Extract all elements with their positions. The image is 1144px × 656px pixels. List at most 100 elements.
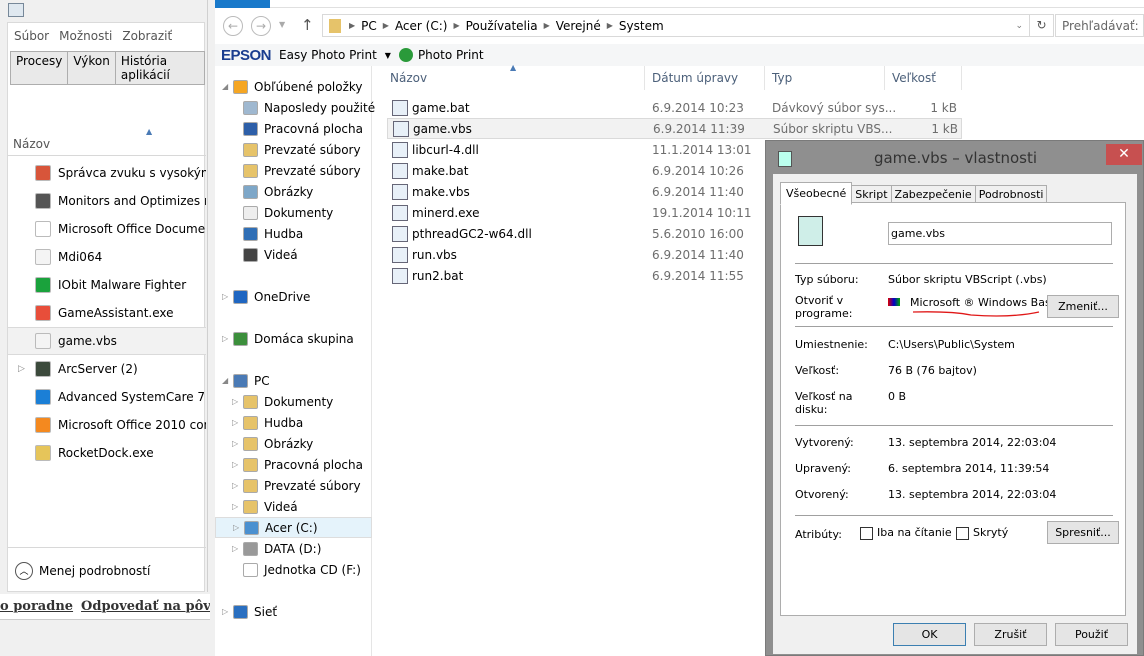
collapsed-icon[interactable]: ▷ [222,334,228,343]
easy-photo-print-button[interactable]: Easy Photo Print [279,48,377,62]
process-row[interactable]: Mdi064 [8,243,206,271]
chevron-right-icon[interactable]: ▶ [607,21,613,30]
nav-item[interactable]: Videá [215,244,372,265]
expanded-icon[interactable]: ◢ [222,82,228,91]
column-date[interactable]: Dátum úpravy [645,66,765,90]
nav-item[interactable]: Prevzaté súbory [215,139,372,160]
file-size: 1 kB [930,100,957,115]
collapsed-icon[interactable]: ▷ [232,397,238,406]
column-size[interactable]: Veľkosť [885,66,962,90]
menu-bar: Súbor Možnosti Zobraziť [14,29,182,43]
process-row[interactable]: RocketDock.exe [8,439,206,467]
nav-item[interactable]: Obrázky [215,181,372,202]
collapsed-icon[interactable]: ▷ [222,607,228,616]
nav-item[interactable]: ▷ Pracovná plocha [215,454,372,475]
chevron-right-icon[interactable]: ▶ [383,21,389,30]
chevron-right-icon[interactable]: ▶ [453,21,459,30]
nav-item[interactable]: Prevzaté súbory [215,160,372,181]
breadcrumb-0[interactable]: PC [361,19,377,33]
nav-item[interactable]: ▷ Videá [215,496,372,517]
close-button[interactable]: ✕ [1106,144,1142,165]
nav-item[interactable]: ◢ PC [215,370,372,391]
process-row[interactable]: ▷ ArcServer (2) [8,355,206,383]
nav-item[interactable]: Dokumenty [215,202,372,223]
expanded-icon[interactable]: ◢ [222,376,228,385]
menu-0[interactable]: Súbor [14,29,49,43]
checkbox-box[interactable] [956,526,969,540]
nav-icon [243,415,258,430]
collapsed-icon[interactable]: ▷ [232,481,238,490]
nav-item[interactable]: ▷ Hudba [215,412,372,433]
nav-icon [243,184,258,199]
nav-item[interactable]: Hudba [215,223,372,244]
nav-item[interactable]: ▷ Dokumenty [215,391,372,412]
process-row[interactable]: game.vbs [8,327,206,355]
filename-input[interactable]: game.vbs [888,222,1112,245]
file-row[interactable]: game.vbs 6.9.2014 11:39 Súbor skriptu VBS.… [387,118,962,139]
chevron-right-icon[interactable]: ▶ [544,21,550,30]
column-header-name[interactable]: Názov [13,137,50,151]
process-row[interactable]: Správca zvuku s vysokým rozlíšením [8,159,206,187]
collapsed-icon[interactable]: ▷ [232,502,238,511]
hidden-checkbox[interactable]: Skrytý [956,526,1008,540]
nav-item[interactable]: ▷ Domáca skupina [215,328,372,349]
nav-item[interactable]: Jednotka CD (F:) [215,559,372,580]
advanced-button[interactable]: Spresniť... [1047,521,1119,544]
breadcrumb-3[interactable]: Verejné [556,19,601,33]
back-button[interactable]: ← [223,16,243,36]
breadcrumb-4[interactable]: System [619,19,664,33]
process-row[interactable]: IObit Malware Fighter [8,271,206,299]
photo-print-button[interactable]: Photo Print [418,48,484,62]
fewer-details-button[interactable]: ︿ Menej podrobností [8,547,206,593]
address-bar[interactable]: ▶ PC ▶ Acer (C:) ▶ Používatelia ▶ Verejné ▶ Syste… [322,14,1054,37]
nav-item[interactable]: ▷ OneDrive [215,286,372,307]
nav-item[interactable]: Pracovná plocha [215,118,372,139]
collapsed-icon[interactable]: ▷ [232,418,238,427]
link-reply[interactable]: Odpovedať na pôvodný [81,599,210,614]
breadcrumb-2[interactable]: Používatelia [466,19,538,33]
tab-2[interactable]: História aplikácií [114,51,205,85]
forward-button[interactable]: → [251,16,271,36]
checkbox-box[interactable] [860,526,873,540]
tab-0[interactable]: Procesy [10,51,69,85]
readonly-checkbox[interactable]: Iba na čítanie [860,526,952,540]
nav-item[interactable]: ▷ Sieť [215,601,372,622]
process-row[interactable]: Microsoft Office Document Cache [8,215,206,243]
collapsed-icon[interactable]: ▷ [232,439,238,448]
collapsed-icon[interactable]: ▷ [232,544,238,553]
dropdown-icon[interactable]: ▼ [385,51,391,60]
process-row[interactable]: GameAssistant.exe [8,299,206,327]
address-dropdown-icon[interactable]: ⌄ [1015,21,1023,31]
recent-dropdown-icon[interactable]: ▼ [279,20,285,29]
apply-button[interactable]: Použiť [1055,623,1128,646]
expand-icon[interactable]: ▷ [18,364,25,374]
change-program-button[interactable]: Zmeniť... [1047,295,1119,318]
refresh-icon[interactable]: ↻ [1029,15,1053,36]
process-row[interactable]: Monitors and Optimizes memory [8,187,206,215]
nav-item[interactable]: ◢ Obľúbené položky [215,76,372,97]
chevron-right-icon[interactable]: ▶ [349,21,355,30]
file-tab[interactable] [215,0,270,8]
menu-2[interactable]: Zobraziť [122,29,172,43]
process-row[interactable]: Advanced SystemCare 7 [8,383,206,411]
search-input[interactable]: Prehľadávať: System [1055,14,1144,37]
nav-item[interactable]: ▷ Acer (C:) [215,517,372,538]
nav-item[interactable]: Naposledy použité [215,97,375,118]
cancel-button[interactable]: Zrušiť [974,623,1047,646]
collapsed-icon[interactable]: ▷ [232,460,238,469]
process-row[interactable]: Microsoft Office 2010 component [8,411,206,439]
breadcrumb-1[interactable]: Acer (C:) [395,19,448,33]
menu-1[interactable]: Možnosti [59,29,112,43]
nav-item[interactable]: ▷ Obrázky [215,433,372,454]
link-poradne[interactable]: o poradne [0,599,73,614]
ok-button[interactable]: OK [893,623,966,646]
file-row[interactable]: game.bat 6.9.2014 10:23 Dávkový súbor sys.… [387,97,962,118]
tab-1[interactable]: Výkon [67,51,116,85]
tab-general[interactable]: Všeobecné [780,182,853,205]
nav-item[interactable]: ▷ DATA (D:) [215,538,372,559]
column-type[interactable]: Typ [765,66,885,90]
nav-item[interactable]: ▷ Prevzaté súbory [215,475,372,496]
up-button[interactable]: ↑ [301,16,314,34]
collapsed-icon[interactable]: ▷ [222,292,228,301]
collapsed-icon[interactable]: ▷ [233,523,239,532]
